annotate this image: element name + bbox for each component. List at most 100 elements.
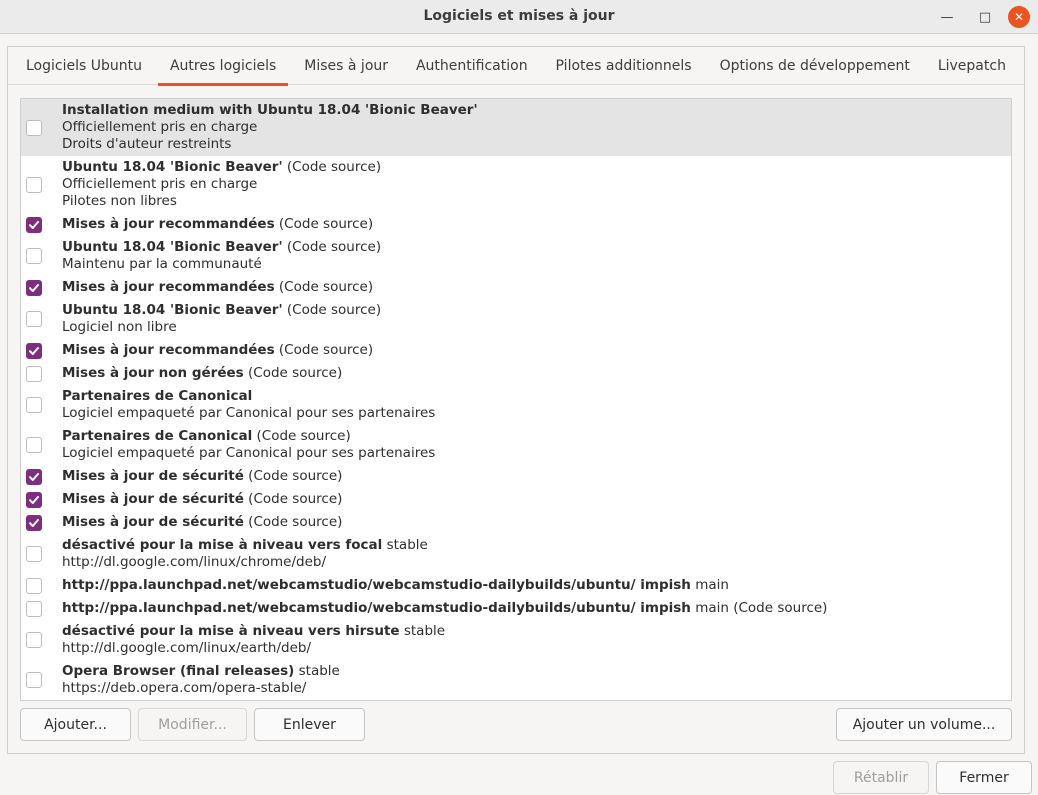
source-title: Ubuntu 18.04 'Bionic Beaver' <box>62 239 283 255</box>
source-suffix: stable <box>399 623 446 639</box>
source-suffix: (Code source) <box>252 428 351 444</box>
checkbox[interactable] <box>26 248 42 264</box>
source-detail: Maintenu par la communauté <box>62 256 262 272</box>
source-suffix: stable <box>294 663 340 679</box>
source-suffix: stable <box>382 537 428 553</box>
source-suffix: (Code source) <box>282 302 382 318</box>
checkbox[interactable] <box>26 437 42 453</box>
checkbox[interactable] <box>26 311 42 327</box>
checkmark-icon <box>29 518 39 527</box>
source-detail: Pilotes non libres <box>62 193 177 209</box>
source-row[interactable]: http://ppa.launchpad.net/webcamstudio/we… <box>21 597 1011 620</box>
source-row[interactable]: Partenaires de Canonical (Code source) Lo… <box>21 425 1011 465</box>
source-row[interactable]: Ubuntu 18.04 'Bionic Beaver' (Code sourc… <box>21 236 1011 276</box>
source-row[interactable]: Installation medium with Ubuntu 18.04 'B… <box>21 99 1011 156</box>
add-volume-button[interactable]: Ajouter un volume... <box>836 708 1012 741</box>
source-title: Opera Browser (final releases) <box>62 663 295 679</box>
remove-button[interactable]: Enlever <box>254 708 365 741</box>
checkbox-checked[interactable] <box>26 468 42 485</box>
edit-button[interactable]: Modifier... <box>138 708 247 741</box>
source-detail: https://deb.opera.com/opera-stable/ <box>62 680 307 696</box>
source-title: Mises à jour recommandées <box>62 216 275 232</box>
source-suffix: (Code source) <box>243 491 343 507</box>
source-row[interactable]: Mises à jour recommandées (Code source) <box>21 276 1011 299</box>
tab-logiciels-ubuntu[interactable]: Logiciels Ubuntu <box>14 47 154 85</box>
checkmark-icon <box>29 220 39 229</box>
source-title-line: http://ppa.launchpad.net/webcamstudio/we… <box>62 600 1011 617</box>
source-row[interactable]: Ubuntu 18.04 'Bionic Beaver' (Code sourc… <box>21 156 1011 213</box>
checkbox[interactable] <box>26 365 42 382</box>
source-detail: Officiellement pris en charge <box>62 119 258 135</box>
checkbox[interactable] <box>26 176 42 193</box>
checkbox[interactable] <box>26 632 42 648</box>
source-title-line: Opera Browser (final releases) stable <box>62 663 1011 680</box>
checkbox[interactable] <box>26 672 42 688</box>
source-title-line: Mises à jour non gérées (Code source) <box>62 365 1011 382</box>
source-title: Mises à jour de sécurité <box>62 468 244 484</box>
source-row[interactable]: Mises à jour de sécurité (Code source) <box>21 465 1011 488</box>
tab-authentification[interactable]: Authentification <box>404 47 540 85</box>
revert-button[interactable]: Rétablir <box>833 761 929 794</box>
source-row[interactable]: Mises à jour de sécurité (Code source) <box>21 511 1011 534</box>
source-suffix: (Code source) <box>282 239 382 255</box>
checkbox[interactable] <box>26 546 42 562</box>
tab-livepatch[interactable]: Livepatch <box>926 47 1018 85</box>
tab-mises-jour[interactable]: Mises à jour <box>292 47 400 85</box>
source-title: Ubuntu 18.04 'Bionic Beaver' <box>62 159 283 175</box>
source-title-line: désactivé pour la mise à niveau vers foc… <box>62 537 1011 554</box>
checkbox[interactable] <box>26 397 42 413</box>
checkbox[interactable] <box>26 119 42 136</box>
source-suffix: (Code source) <box>243 365 343 381</box>
tab-autres-logiciels[interactable]: Autres logiciels <box>157 47 289 86</box>
close-icon[interactable]: ✕ <box>1008 6 1030 28</box>
source-row[interactable]: Partenaires de Canonical Logiciel empaque… <box>21 385 1011 425</box>
checkmark-icon <box>29 495 39 504</box>
checkbox[interactable] <box>26 600 42 617</box>
source-title-line: Mises à jour recommandées (Code source) <box>62 342 1011 359</box>
source-title: Installation medium with Ubuntu 18.04 'B… <box>62 102 478 118</box>
checkbox-checked[interactable] <box>26 342 42 359</box>
source-row[interactable]: Ubuntu 18.04 'Bionic Beaver' (Code sourc… <box>21 299 1011 339</box>
source-row[interactable]: Mises à jour recommandées (Code source) <box>21 213 1011 236</box>
source-suffix: main <box>690 577 729 593</box>
close-button[interactable]: Fermer <box>936 761 1032 794</box>
source-suffix: (Code source) <box>282 159 382 175</box>
source-title-line: Mises à jour recommandées (Code source) <box>62 279 1011 296</box>
source-row[interactable]: Opera Browser (final releases) stable htt… <box>21 660 1011 700</box>
source-title-line: Ubuntu 18.04 'Bionic Beaver' (Code sourc… <box>62 239 1011 256</box>
maximize-icon[interactable]: □ <box>974 6 996 28</box>
checkbox-checked[interactable] <box>26 491 42 508</box>
source-detail: Officiellement pris en charge <box>62 176 258 192</box>
tab-options-de-d-veloppement[interactable]: Options de développement <box>708 47 922 85</box>
tab-pilotes-additionnels[interactable]: Pilotes additionnels <box>544 47 704 85</box>
source-detail: Droits d'auteur restreints <box>62 136 232 152</box>
source-row[interactable]: Mises à jour de sécurité (Code source) <box>21 488 1011 511</box>
source-detail: http://dl.google.com/linux/chrome/deb/ <box>62 554 326 570</box>
source-row[interactable]: désactivé pour la mise à niveau vers hir… <box>21 620 1011 660</box>
sources-list[interactable]: Installation medium with Ubuntu 18.04 'B… <box>20 98 1012 701</box>
source-title: Mises à jour non gérées <box>62 365 244 381</box>
source-title: Mises à jour de sécurité <box>62 514 244 530</box>
source-title: Partenaires de Canonical <box>62 388 253 404</box>
source-title: Ubuntu 18.04 'Bionic Beaver' <box>62 302 283 318</box>
source-suffix: main (Code source) <box>690 600 828 616</box>
checkbox[interactable] <box>26 577 42 594</box>
checkbox-checked[interactable] <box>26 514 42 531</box>
source-suffix: (Code source) <box>274 342 374 358</box>
source-title-line: Mises à jour de sécurité (Code source) <box>62 491 1011 508</box>
source-row[interactable]: Mises à jour recommandées (Code source) <box>21 339 1011 362</box>
add-button[interactable]: Ajouter... <box>20 708 131 741</box>
minimize-icon[interactable]: — <box>936 6 958 28</box>
checkbox-checked[interactable] <box>26 216 42 233</box>
source-detail: Logiciel empaqueté par Canonical pour se… <box>62 405 436 421</box>
source-suffix: (Code source) <box>274 279 374 295</box>
source-row[interactable]: désactivé pour la mise à niveau vers foc… <box>21 534 1011 574</box>
source-row[interactable]: Mises à jour non gérées (Code source) <box>21 362 1011 385</box>
source-title: Mises à jour recommandées <box>62 342 275 358</box>
source-title-line: Ubuntu 18.04 'Bionic Beaver' (Code sourc… <box>62 302 1011 319</box>
source-title-line: Mises à jour de sécurité (Code source) <box>62 514 1011 531</box>
notebook-panel: Logiciels Ubuntu Autres logiciels Mises à … <box>7 46 1025 754</box>
source-row[interactable]: http://ppa.launchpad.net/webcamstudio/we… <box>21 574 1011 597</box>
checkbox-checked[interactable] <box>26 279 42 296</box>
source-title: http://ppa.launchpad.net/webcamstudio/we… <box>62 600 691 616</box>
